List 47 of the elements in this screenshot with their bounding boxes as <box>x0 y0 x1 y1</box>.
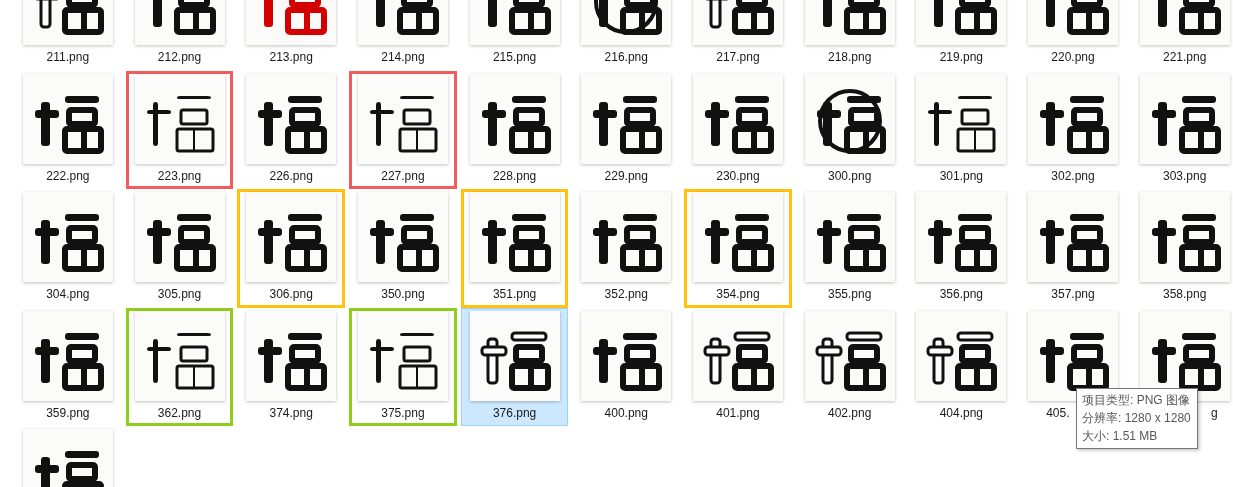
file-name: 300.png <box>827 168 872 183</box>
file-name: 374.png <box>269 405 313 420</box>
file-name: 354.png <box>716 287 760 301</box>
file-name: 215.png <box>492 50 537 64</box>
file-name: 352.png <box>604 287 648 301</box>
file-name: 230.png <box>716 168 760 183</box>
file-name: 218.png <box>827 50 872 64</box>
file-name: g <box>1210 405 1219 420</box>
file-name: 355.png <box>827 287 872 301</box>
file-name: 301.png <box>939 168 984 183</box>
file-name: 222.png <box>46 168 90 183</box>
file-name: 405. <box>1045 405 1070 420</box>
file-name: 375.png <box>381 405 425 420</box>
file-name: 401.png <box>716 405 760 420</box>
file-name: 226.png <box>269 168 313 183</box>
tooltip-line: 大小: 1.51 MB <box>1082 428 1159 445</box>
file-name: 359.png <box>46 405 90 420</box>
file-name: 221.png <box>1163 50 1207 64</box>
file-name: 351.png <box>492 287 537 301</box>
file-name: 217.png <box>716 50 760 64</box>
tooltip-line: 项目类型: PNG 图像 <box>1082 392 1191 409</box>
file-name: 376.png <box>492 405 537 420</box>
tooltip-line: 分辨率: 1280 x 1280 <box>1082 410 1191 427</box>
file-name: 211.png <box>46 50 90 64</box>
file-name: 216.png <box>604 50 648 64</box>
file-name: 223.png <box>157 168 202 183</box>
file-name: 306.png <box>269 287 313 301</box>
file-name: 350.png <box>381 287 425 301</box>
file-name: 358.png <box>1163 287 1207 301</box>
file-name: 404.png <box>939 405 984 420</box>
file-name: 228.png <box>492 168 537 183</box>
file-name: 305.png <box>157 287 202 301</box>
file-name: 302.png <box>1051 168 1095 183</box>
file-name: 212.png <box>157 50 202 64</box>
file-name: 220.png <box>1051 50 1095 64</box>
file-name: 227.png <box>381 168 425 183</box>
file-name: 213.png <box>269 50 313 64</box>
file-name: 214.png <box>381 50 425 64</box>
file-name: 356.png <box>939 287 984 301</box>
file-name: 229.png <box>604 168 648 183</box>
file-name: 362.png <box>157 405 202 420</box>
file-name: 400.png <box>604 405 648 420</box>
file-name: 303.png <box>1163 168 1207 183</box>
file-name: 402.png <box>827 405 872 420</box>
file-name: 304.png <box>46 287 90 301</box>
file-name: 219.png <box>939 50 984 64</box>
file-name: 357.png <box>1051 287 1095 301</box>
